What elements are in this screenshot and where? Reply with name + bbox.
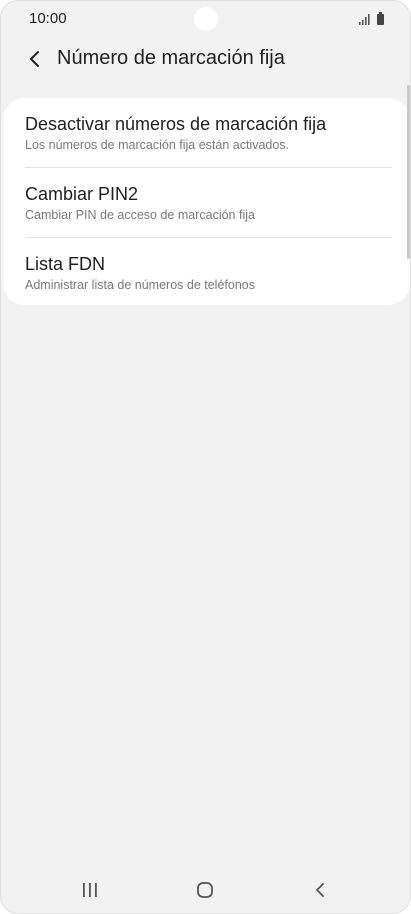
- status-bar: 10:00: [1, 1, 410, 37]
- app-bar: Número de marcación fija: [1, 37, 410, 81]
- back-icon: [316, 883, 324, 897]
- status-time: 10:00: [29, 10, 67, 27]
- list-item-fdn-list[interactable]: Lista FDN Administrar lista de números d…: [3, 238, 410, 307]
- chevron-left-icon: [30, 51, 39, 67]
- list-item-change-pin2[interactable]: Cambiar PIN2 Cambiar PIN de acceso de ma…: [3, 168, 410, 237]
- navigation-bar: [1, 867, 410, 913]
- item-title: Cambiar PIN2: [25, 184, 139, 204]
- home-icon: [197, 882, 213, 898]
- item-title: Desactivar números de marcación fija: [25, 114, 327, 134]
- signal-icon: [359, 14, 370, 25]
- settings-card: Desactivar números de marcación fija Los…: [3, 98, 410, 305]
- status-icons: [359, 11, 384, 25]
- item-subtitle: Los números de marcación fija están acti…: [25, 138, 290, 152]
- nav-back-button[interactable]: [300, 877, 340, 903]
- page-title: Número de marcación fija: [57, 47, 285, 69]
- home-button[interactable]: [185, 877, 225, 903]
- item-title: Lista FDN: [25, 254, 106, 274]
- item-subtitle: Cambiar PIN de acceso de marcación fija: [25, 208, 255, 222]
- phone-screen: 10:00 Número de marcación fija Desactiva…: [0, 0, 411, 914]
- scrollbar[interactable]: [407, 85, 410, 259]
- battery-icon: [377, 12, 384, 25]
- recent-apps-button[interactable]: [70, 877, 110, 903]
- list-item-deactivate-fdn[interactable]: Desactivar números de marcación fija Los…: [3, 98, 410, 167]
- recent-apps-icon: [83, 883, 97, 897]
- camera-cutout: [194, 7, 218, 31]
- back-button[interactable]: [19, 43, 51, 75]
- item-subtitle: Administrar lista de números de teléfono…: [25, 278, 255, 292]
